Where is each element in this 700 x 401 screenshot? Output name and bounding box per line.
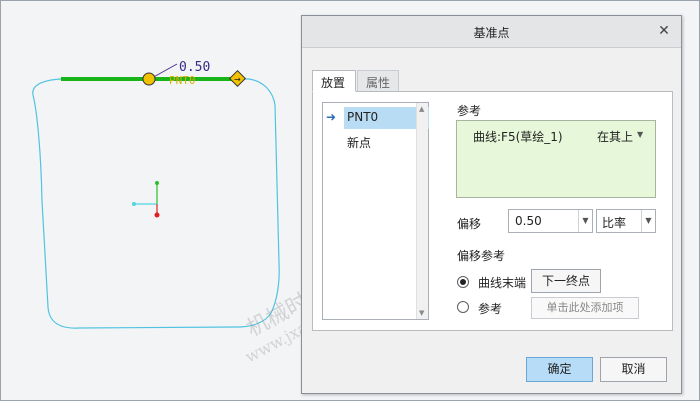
radio-reference-label[interactable]: 参考 [478,300,502,317]
reference-collector[interactable]: 曲线:F5(草绘_1) 在其上 ▼ [456,120,656,198]
offset-label: 偏移 [457,217,482,231]
dimension-value[interactable]: 0.50 [179,60,210,75]
offset-reference-label: 偏移参考 [457,249,506,263]
ok-button[interactable]: 确定 [526,357,593,382]
list-scrollbar[interactable]: ▲ ▼ [416,103,428,319]
dialog-titlebar[interactable]: 基准点 ✕ [302,16,681,48]
scroll-down-icon[interactable]: ▼ [419,309,424,317]
chevron-down-icon[interactable]: ▼ [637,130,643,139]
end-marker-glyph: → [234,75,241,84]
point-list[interactable]: ➜ PNT0 新点 ▲ ▼ [322,102,429,320]
offset-value[interactable]: 0.50 [515,214,542,228]
tab-placement[interactable]: 放置 [312,70,356,92]
radio-curve-end-label[interactable]: 曲线末端 [478,274,526,291]
offset-mode-value[interactable]: 比率 [602,214,626,231]
reference-constraint[interactable]: 在其上 [597,128,633,145]
chevron-down-icon[interactable]: ▼ [641,210,655,232]
dialog-title: 基准点 [473,26,510,40]
cancel-button[interactable]: 取消 [600,357,667,382]
offset-mode-select[interactable]: 比率 ▼ [596,209,656,233]
right-arrow-icon: ➜ [326,110,337,124]
close-icon[interactable]: ✕ [655,22,673,40]
coordinate-axes-icon [132,181,160,218]
radio-reference[interactable] [457,301,469,313]
reference-label: 参考 [457,104,482,118]
point-label: PNT0 [169,74,196,87]
add-reference-field[interactable]: 单击此处添加项 [531,297,639,319]
next-end-button[interactable]: 下一终点 [531,269,601,293]
reference-curve[interactable]: 曲线:F5(草绘_1) [473,128,563,145]
point-marker-icon[interactable] [142,72,156,86]
datum-point-dialog: 基准点 ✕ 放置 属性 ➜ PNT0 新点 ▲ ▼ 参考 曲线:F5(草绘_1)… [301,15,682,394]
radio-curve-end[interactable] [457,276,469,288]
tab-properties[interactable]: 属性 [357,70,399,92]
scroll-up-icon[interactable]: ▲ [419,105,424,113]
offset-input[interactable]: 0.50 ▼ [508,209,593,233]
chevron-down-icon[interactable]: ▼ [578,210,592,232]
